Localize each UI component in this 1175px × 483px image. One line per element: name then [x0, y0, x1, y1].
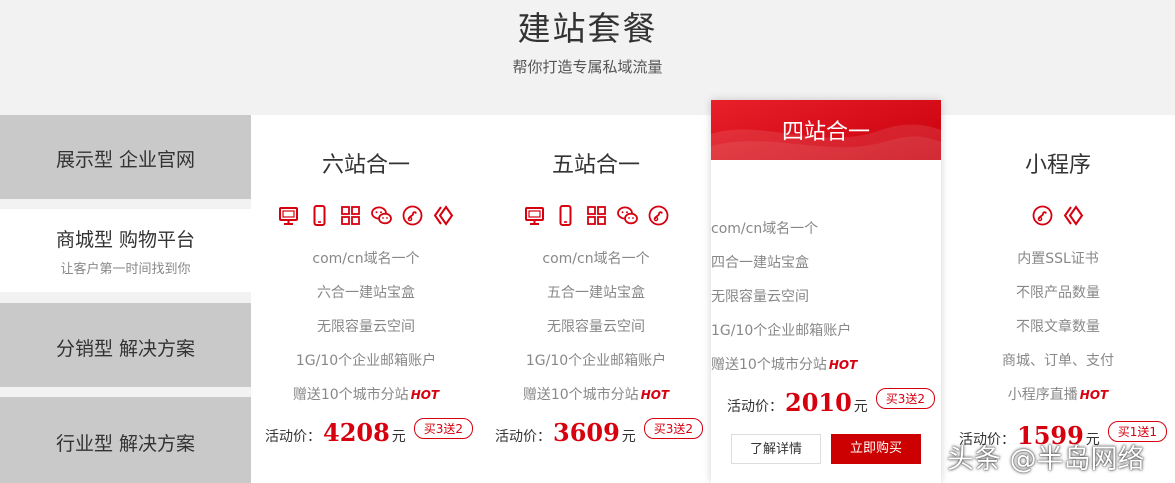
- feature-item: com/cn域名一个: [312, 251, 420, 267]
- feature-text: 赠送10个城市分站: [522, 387, 639, 403]
- weibo-icon: [647, 204, 670, 227]
- category-sidebar: 展示型 企业官网 商城型 购物平台 让客户第一时间找到你 分销型 解决方案 行业…: [0, 115, 251, 483]
- plan-features: com/cn域名一个 六合一建站宝盒 无限容量云空间 1G/10个企业邮箱账户 …: [251, 242, 481, 412]
- promo-badge: 买3送2: [413, 418, 474, 439]
- monitor-icon: [277, 204, 300, 227]
- grid-icon: [585, 204, 608, 227]
- feature-text: 小程序直播: [1007, 387, 1078, 403]
- learn-more-button[interactable]: 了解详情: [731, 434, 821, 464]
- feature-item: 无限容量云空间: [547, 319, 645, 335]
- price-row: 活动价： 2010 元 买3送2: [711, 388, 941, 417]
- plan-name: 五站合一: [551, 153, 640, 178]
- plan-name: 六站合一: [321, 153, 410, 178]
- plan-card-five: 五站合一 com/cn域名一个 五合一建站宝盒 无限容量云空间 1G/10个企业…: [481, 115, 711, 483]
- plan-features: com/cn域名一个 五合一建站宝盒 无限容量云空间 1G/10个企业邮箱账户 …: [481, 242, 711, 412]
- feature-item: 不限文章数量: [1016, 319, 1100, 335]
- weibo-icon: [401, 204, 424, 227]
- sidebar-item-label: 商城型 购物平台: [55, 229, 196, 251]
- sidebar-item-showcase[interactable]: 展示型 企业官网: [0, 115, 251, 199]
- promo-badge: 买3送2: [643, 418, 704, 439]
- plan-features: 内置SSL证书 不限产品数量 不限文章数量 商城、订单、支付 小程序直播 HOT: [941, 242, 1175, 412]
- price-row: 活动价： 4208 元 买3送2: [251, 418, 481, 447]
- plan-icons: [251, 204, 481, 227]
- feature-item: 四合一建站宝盒: [711, 255, 809, 271]
- plans-area: 六站合一 com/cn域名一个 六合一建站宝盒 无限容量云空间 1G/10个企业…: [251, 100, 1175, 483]
- feature-item: 赠送10个城市分站 HOT: [481, 378, 711, 412]
- price-value: 3609: [553, 418, 620, 447]
- feature-item: 六合一建站宝盒: [317, 285, 415, 301]
- plan-card-six: 六站合一 com/cn域名一个 六合一建站宝盒 无限容量云空间 1G/10个企业…: [251, 115, 481, 483]
- sidebar-item-industry[interactable]: 行业型 解决方案: [0, 397, 251, 483]
- feature-item: 赠送10个城市分站 HOT: [711, 348, 941, 382]
- grid-icon: [339, 204, 362, 227]
- hot-badge: HOT: [410, 388, 440, 402]
- feature-text: 赠送10个城市分站: [292, 387, 409, 403]
- hot-badge: HOT: [640, 388, 670, 402]
- plan-icons: [481, 204, 711, 227]
- feature-item: 小程序直播 HOT: [941, 378, 1175, 412]
- price-value: 4208: [323, 418, 390, 447]
- weibo-icon: [1031, 204, 1054, 227]
- price-unit: 元: [621, 429, 636, 445]
- sidebar-item-label: 展示型 企业官网: [55, 149, 196, 171]
- page-subtitle: 帮你打造专属私域流量: [512, 58, 663, 76]
- sidebar-item-distribution[interactable]: 分销型 解决方案: [0, 303, 251, 387]
- feature-item: 1G/10个企业邮箱账户: [525, 353, 667, 369]
- feature-item: com/cn域名一个: [542, 251, 650, 267]
- plan-features: com/cn域名一个 四合一建站宝盒 无限容量云空间 1G/10个企业邮箱账户 …: [711, 212, 941, 382]
- sidebar-item-mall[interactable]: 商城型 购物平台 让客户第一时间找到你: [0, 209, 251, 292]
- feature-item: 无限容量云空间: [711, 289, 809, 305]
- plan-name: 四站合一: [781, 120, 870, 145]
- sidebar-item-sublabel: 让客户第一时间找到你: [60, 262, 191, 277]
- phone-icon: [308, 204, 331, 227]
- section-header: 建站套餐 帮你打造专属私域流量: [0, 0, 1175, 115]
- plan-icons: [941, 204, 1175, 227]
- feature-item: 商城、订单、支付: [1002, 353, 1114, 369]
- promo-badge: 买3送2: [875, 388, 936, 409]
- sidebar-item-label: 行业型 解决方案: [55, 433, 196, 455]
- feature-text: 赠送10个城市分站: [711, 357, 827, 373]
- price-label: 活动价：: [265, 429, 321, 445]
- price-row: 活动价： 3609 元 买3送2: [481, 418, 711, 447]
- feature-item: 内置SSL证书: [1017, 251, 1099, 267]
- price-unit: 元: [391, 429, 406, 445]
- feature-item: 1G/10个企业邮箱账户: [295, 353, 437, 369]
- hot-badge: HOT: [828, 358, 858, 372]
- price-label: 活动价：: [727, 399, 783, 415]
- price-label: 活动价：: [495, 429, 551, 445]
- hot-badge: HOT: [1079, 388, 1109, 402]
- plan-card-four-featured: 四站合一 com/cn域名一个 四合一建站宝盒 无限容量云空间 1G/10个企业…: [711, 100, 941, 483]
- price-unit: 元: [853, 399, 868, 415]
- diamond-icon: [1062, 204, 1085, 227]
- price-value: 2010: [785, 388, 852, 417]
- sidebar-item-label: 分销型 解决方案: [55, 338, 196, 360]
- feature-item: 1G/10个企业邮箱账户: [711, 323, 852, 339]
- watermark: 头条 @半岛网络: [947, 444, 1145, 475]
- feature-item: 五合一建站宝盒: [547, 285, 645, 301]
- plan-name: 小程序: [1024, 153, 1091, 178]
- page-title: 建站套餐: [517, 9, 658, 48]
- feature-item: com/cn域名一个: [711, 221, 819, 237]
- feature-item: 赠送10个城市分站 HOT: [251, 378, 481, 412]
- plan-card-miniprogram: 小程序 内置SSL证书 不限产品数量 不限文章数量 商城、订单、支付 小程序直播…: [941, 115, 1175, 483]
- monitor-icon: [523, 204, 546, 227]
- feature-item: 无限容量云空间: [317, 319, 415, 335]
- featured-banner: 四站合一: [711, 100, 941, 160]
- diamond-icon: [432, 204, 455, 227]
- wechat-icon: [370, 204, 393, 227]
- phone-icon: [554, 204, 577, 227]
- feature-item: 不限产品数量: [1016, 285, 1100, 301]
- buy-now-button[interactable]: 立即购买: [831, 434, 921, 464]
- wechat-icon: [616, 204, 639, 227]
